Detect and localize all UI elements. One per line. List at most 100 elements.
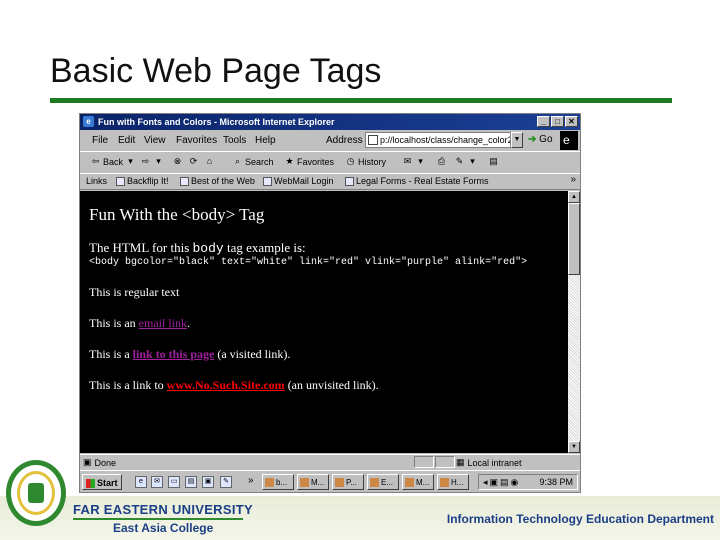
app-icon [300, 478, 309, 487]
maximize-button[interactable]: □ [551, 116, 564, 127]
visited-link-line: This is a link to this page (a visited l… [89, 347, 291, 361]
back-label: Back [103, 156, 124, 167]
back-arrow-icon: ⇦ [91, 156, 100, 166]
history-label: History [358, 156, 387, 167]
status-bar: ▣ Done ▦ Local intranet [80, 454, 580, 469]
history-button[interactable]: ◷ History [345, 156, 386, 167]
link-legal-forms[interactable]: Legal Forms - Real Estate Forms [345, 176, 489, 186]
address-input[interactable]: p://localhost/class/change_color2.asp [365, 132, 511, 148]
app-quicklaunch-icon[interactable]: ✎ [220, 476, 232, 488]
body-tag-code: <body bgcolor="black" text="white" link=… [89, 257, 528, 268]
favorites-button[interactable]: ★ Favorites [284, 156, 334, 167]
links-more-chevron-icon[interactable]: » [570, 174, 576, 185]
edit-icon: ✎ [455, 156, 464, 166]
edit-button[interactable]: ✎ ▾ [454, 156, 478, 167]
unvisited-link-line: This is a link to www.No.Such.Site.com (… [89, 378, 379, 392]
task-button[interactable]: E... [367, 474, 399, 490]
college-name: East Asia College [113, 521, 214, 535]
quicklaunch-more-chevron-icon[interactable]: » [248, 475, 254, 486]
task-button[interactable]: b... [262, 474, 294, 490]
windows-taskbar: Start e ✉ ▭ ▤ ▣ ✎ » b... M... P... E... … [80, 470, 580, 492]
slide-title: Basic Web Page Tags [50, 52, 382, 90]
window-controls: _ □ ✕ [537, 116, 578, 127]
link-label: Best of the Web [191, 176, 255, 186]
discuss-button[interactable]: ▤ [488, 156, 499, 167]
address-label: Address [326, 135, 363, 146]
mail-button[interactable]: ✉ ▾ [402, 156, 426, 167]
back-button[interactable]: ⇦ Back ▾ [90, 156, 136, 167]
footer-divider [73, 518, 243, 520]
app-icon [370, 478, 379, 487]
outlook-quicklaunch-icon[interactable]: ✉ [151, 476, 163, 488]
go-button[interactable]: ➔ Go [528, 134, 553, 145]
task-button[interactable]: H... [437, 474, 469, 490]
menu-view[interactable]: View [144, 135, 166, 146]
email-link[interactable]: email link [139, 316, 187, 330]
scroll-up-button[interactable]: ▲ [568, 191, 580, 203]
system-tray: ◂▣▤◉ 9:38 PM [478, 474, 578, 490]
folder-icon [265, 478, 274, 487]
university-seal-logo [6, 460, 66, 526]
scroll-thumb[interactable] [568, 203, 580, 275]
desktop-quicklaunch-icon[interactable]: ▭ [168, 476, 180, 488]
links-label: Links [86, 176, 108, 186]
window-titlebar[interactable]: e Fun with Fonts and Colors - Microsoft … [80, 114, 580, 130]
history-icon: ◷ [346, 156, 355, 166]
chevron-down-icon: ▾ [156, 156, 161, 166]
ie-quicklaunch-icon[interactable]: e [135, 476, 147, 488]
tray-icons[interactable]: ◂▣▤◉ [483, 477, 520, 488]
menu-bar: File Edit View Favorites Tools Help Addr… [80, 130, 580, 152]
status-cell [435, 456, 455, 468]
security-zone: ▦ Local intranet [456, 457, 522, 468]
stop-button[interactable]: ⊗ [172, 156, 183, 167]
search-button[interactable]: ⌕ Search [232, 156, 274, 167]
task-button[interactable]: M... [297, 474, 329, 490]
task-button[interactable]: M... [402, 474, 434, 490]
email-link-line: This is an email link. [89, 316, 190, 330]
link-webmail[interactable]: WebMail Login [263, 176, 333, 186]
visited-link[interactable]: link to this page [133, 347, 215, 361]
chevron-down-icon: ▾ [470, 156, 475, 166]
regular-text-line: This is regular text [89, 285, 180, 299]
print-button[interactable]: ⎙ [436, 156, 447, 167]
university-name: FAR EASTERN UNIVERSITY [73, 502, 253, 517]
page-icon [263, 176, 272, 186]
title-divider [50, 98, 672, 103]
favorites-icon: ★ [285, 156, 294, 166]
ie-icon [440, 478, 449, 487]
page-icon [368, 135, 378, 145]
home-icon: ⌂ [206, 156, 213, 166]
ie-throbber-icon: e [560, 131, 578, 150]
go-label: Go [539, 134, 553, 145]
app-quicklaunch-icon[interactable]: ▤ [185, 476, 197, 488]
vertical-scrollbar[interactable]: ▲ ▼ [568, 191, 580, 453]
start-button[interactable]: Start [82, 474, 122, 490]
menu-file[interactable]: File [92, 135, 108, 146]
favorites-label: Favorites [297, 156, 335, 167]
page-subheading: The HTML for this body tag example is: [89, 240, 306, 256]
menu-help[interactable]: Help [255, 135, 276, 146]
menu-favorites[interactable]: Favorites [176, 135, 217, 146]
refresh-button[interactable]: ⟳ [188, 156, 199, 167]
unvisited-link[interactable]: www.No.Such.Site.com [167, 378, 285, 392]
minimize-button[interactable]: _ [537, 116, 550, 127]
search-label: Search [245, 156, 274, 167]
address-dropdown-button[interactable]: ▼ [511, 132, 523, 148]
menu-edit[interactable]: Edit [118, 135, 135, 146]
scroll-down-button[interactable]: ▼ [568, 441, 580, 453]
chevron-down-icon: ▾ [418, 156, 423, 166]
app-quicklaunch-icon[interactable]: ▣ [202, 476, 214, 488]
page-heading: Fun With the <body> Tag [89, 205, 265, 224]
task-button[interactable]: P... [332, 474, 364, 490]
window-title: Fun with Fonts and Colors - Microsoft In… [98, 117, 335, 127]
menu-tools[interactable]: Tools [223, 135, 246, 146]
mail-icon: ✉ [403, 156, 412, 166]
home-button[interactable]: ⌂ [204, 156, 215, 167]
link-best-of-web[interactable]: Best of the Web [180, 176, 255, 186]
link-backflip[interactable]: Backflip It! [116, 176, 169, 186]
page-icon: ▣ [83, 457, 92, 467]
forward-button[interactable]: ⇨ ▾ [140, 156, 164, 167]
ie-window: e Fun with Fonts and Colors - Microsoft … [79, 113, 581, 493]
close-button[interactable]: ✕ [565, 116, 578, 127]
clock[interactable]: 9:38 PM [539, 477, 573, 487]
